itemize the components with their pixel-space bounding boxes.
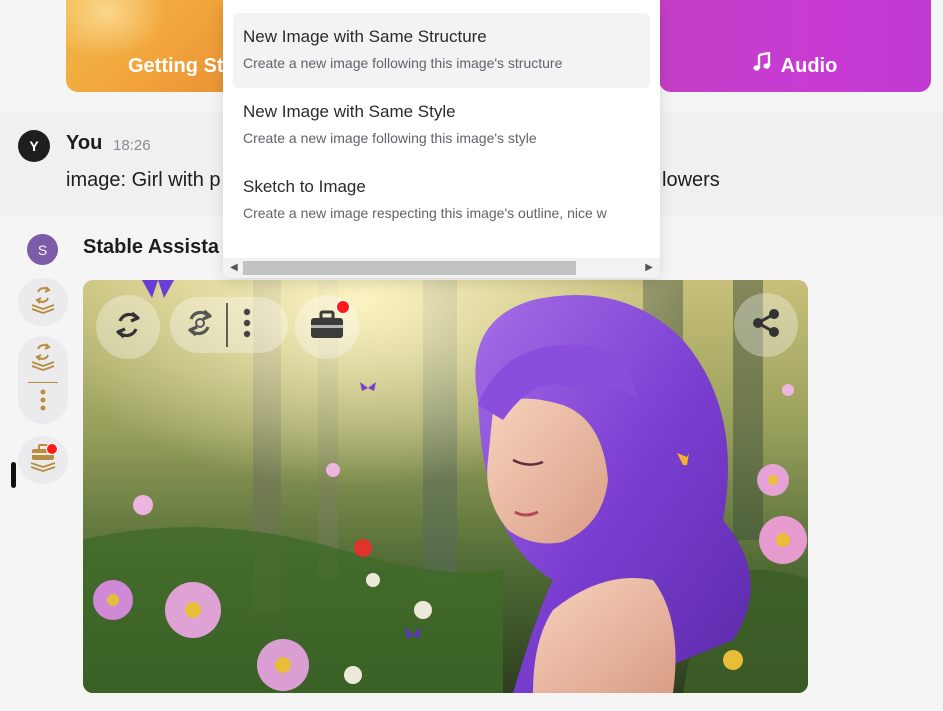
toolbox-icon (308, 309, 346, 346)
menu-item-title: New Image with Same Structure (243, 27, 487, 46)
variants-dropdown: New Image with Same Structure Create a n… (223, 0, 660, 278)
divider (28, 382, 58, 383)
getting-started-banner[interactable]: Getting St (66, 0, 238, 92)
scroll-right-icon[interactable]: ▶ (645, 262, 653, 273)
regenerate-stack-icon (30, 342, 56, 377)
menu-item-description: Create a new image following this image'… (243, 55, 563, 71)
menu-item-description: Create a new image following this image'… (243, 130, 537, 146)
more-vertical-icon[interactable] (242, 307, 252, 344)
scrollbar-thumb[interactable] (243, 261, 576, 275)
menu-item-sketch-to-image[interactable]: Sketch to Image Create a new image respe… (233, 163, 660, 238)
menu-item-title: Sketch to Image (243, 177, 366, 196)
button-separator (226, 303, 228, 347)
getting-started-label: Getting St (128, 55, 224, 77)
image-tools-button[interactable] (295, 295, 359, 359)
audio-banner[interactable]: Audio (659, 0, 931, 92)
notification-dot (336, 300, 350, 314)
variants-icon (182, 305, 218, 346)
assistant-name: Stable Assista (83, 236, 219, 258)
avatar-letter: Y (29, 138, 39, 154)
variants-button[interactable] (170, 297, 288, 353)
message-timestamp: 18:26 (113, 137, 151, 154)
menu-item-same-style[interactable]: New Image with Same Style Create a new i… (233, 88, 650, 163)
avatar-letter: S (37, 241, 48, 258)
regenerate-stack-icon (30, 284, 56, 321)
message-text: image: Girl with p (66, 169, 221, 191)
share-icon (749, 306, 783, 345)
message-text-tail: lowers (662, 169, 720, 191)
regenerate-image-button[interactable] (96, 295, 160, 359)
music-note-icon (753, 51, 771, 78)
share-button[interactable] (734, 293, 798, 357)
more-vertical-icon[interactable] (39, 388, 47, 417)
menu-item-same-structure[interactable]: New Image with Same Structure Create a n… (233, 13, 650, 88)
menu-item-description: Create a new image respecting this image… (243, 205, 607, 221)
assistant-avatar: S (27, 234, 58, 265)
regenerate-icon (111, 308, 145, 347)
scroll-indicator (11, 462, 16, 488)
audio-label: Audio (780, 55, 838, 77)
banner-art (66, 0, 166, 60)
user-avatar: Y (18, 130, 50, 162)
message-author: You (66, 132, 103, 154)
menu-item-title: New Image with Same Style (243, 102, 456, 121)
scroll-left-icon[interactable]: ◀ (230, 262, 238, 273)
variants-menu-button[interactable] (18, 336, 68, 424)
horizontal-scrollbar[interactable]: ◀ ▶ (223, 258, 660, 278)
regenerate-button[interactable] (18, 278, 68, 326)
notification-dot (46, 443, 58, 455)
tools-button[interactable] (18, 436, 68, 484)
